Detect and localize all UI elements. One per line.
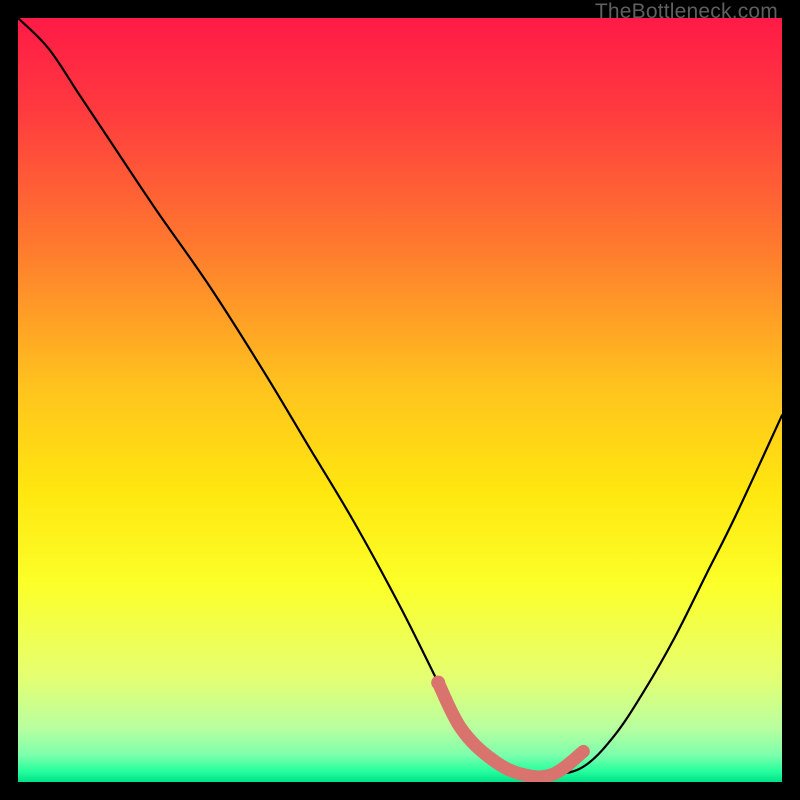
highlight-start-dot	[431, 676, 445, 690]
watermark-text: TheBottleneck.com	[595, 0, 778, 24]
bottleneck-chart	[18, 18, 782, 782]
chart-frame	[18, 18, 782, 782]
gradient-background	[18, 18, 782, 782]
